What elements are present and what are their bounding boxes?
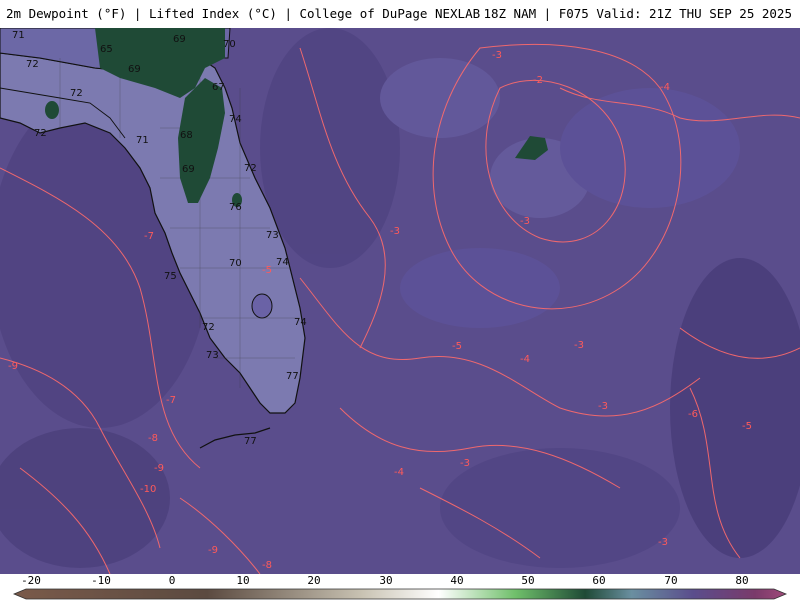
dewpoint-label: 73 — [266, 230, 279, 241]
dewpoint-label: 76 — [229, 202, 242, 213]
li-label: -3 — [492, 50, 502, 61]
dewpoint-label: 71 — [136, 135, 149, 146]
dewpoint-label: 67 — [212, 82, 225, 93]
dewpoint-label: 72 — [26, 59, 39, 70]
lake-okeechobee — [251, 293, 273, 319]
li-label: -10 — [140, 484, 156, 495]
li-label: -9 — [8, 361, 18, 372]
dewpoint-label: 75 — [164, 271, 177, 282]
weather-map: 71 73 65 69 69 70 72 72 72 67 71 74 68 6… — [0, 18, 800, 575]
dewpoint-label: 72 — [244, 163, 257, 174]
dewpoint-label: 74 — [294, 317, 307, 328]
colorbar-tick: 70 — [664, 574, 678, 587]
colorbar-tick: -10 — [91, 574, 111, 587]
li-label: -5 — [262, 265, 272, 276]
li-label: -3 — [460, 458, 470, 469]
dewpoint-label: 73 — [78, 28, 91, 29]
product-title: 2m Dewpoint (°F) | Lifted Index (°C) | C… — [6, 6, 481, 21]
li-label: -4 — [394, 467, 404, 478]
li-label: -5 — [452, 341, 462, 352]
li-label: -3 — [520, 216, 530, 227]
colorbar-tick: -20 — [21, 574, 41, 587]
dewpoint-label: 69 — [182, 164, 195, 175]
li-label: -3 — [574, 340, 584, 351]
dewpoint-label: 73 — [206, 350, 219, 361]
li-label: -8 — [262, 560, 272, 571]
model-valid-time: 18Z NAM | F075 Valid: 21Z THU SEP 25 202… — [483, 6, 792, 21]
dewpoint-label: 72 — [70, 88, 83, 99]
li-label: -3 — [390, 226, 400, 237]
li-label: -7 — [144, 231, 154, 242]
li-label: -6 — [688, 409, 698, 420]
colorbar-tick: 10 — [236, 574, 250, 587]
li-label: -5 — [742, 421, 752, 432]
li-label: -7 — [166, 395, 176, 406]
li-label: -8 — [148, 433, 158, 444]
colorbar-gradient — [12, 588, 788, 600]
li-label: -9 — [154, 463, 164, 474]
li-label: -2 — [533, 75, 543, 86]
dewpoint-label: 77 — [244, 436, 257, 447]
dewpoint-label: 70 — [223, 39, 236, 50]
li-label: -3 — [658, 537, 668, 548]
high-dewpoint-patch — [45, 101, 59, 119]
colorbar-tick: 60 — [592, 574, 606, 587]
dewpoint-label: 72 — [202, 322, 215, 333]
map-canvas: 71 73 65 69 69 70 72 72 72 67 71 74 68 6… — [0, 18, 800, 575]
dewpoint-label: 65 — [100, 44, 113, 55]
dewpoint-label: 69 — [173, 34, 186, 45]
li-label: -3 — [598, 401, 608, 412]
dewpoint-label: 72 — [34, 128, 47, 139]
li-label: -9 — [208, 545, 218, 556]
dewpoint-label: 68 — [180, 130, 193, 141]
colorbar-tick: 20 — [307, 574, 321, 587]
colorbar-tick: 50 — [521, 574, 535, 587]
li-label: -4 — [520, 354, 530, 365]
colorbar-tick: 80 — [735, 574, 749, 587]
dewpoint-label: 74 — [276, 257, 289, 268]
dewpoint-label: 69 — [128, 64, 141, 75]
colorbar-tick: 0 — [168, 574, 176, 587]
map-header: 2m Dewpoint (°F) | Lifted Index (°C) | C… — [0, 0, 800, 28]
dewpoint-label: 74 — [229, 114, 242, 125]
dewpoint-label: 71 — [12, 30, 25, 41]
dewpoint-label: 70 — [229, 258, 242, 269]
colorbar: -20 -10 0 10 20 30 40 50 60 70 80 — [0, 574, 800, 600]
colorbar-tick: 40 — [450, 574, 464, 587]
li-label: -4 — [660, 82, 670, 93]
colorbar-tick: 30 — [379, 574, 393, 587]
dewpoint-label: 77 — [286, 371, 299, 382]
